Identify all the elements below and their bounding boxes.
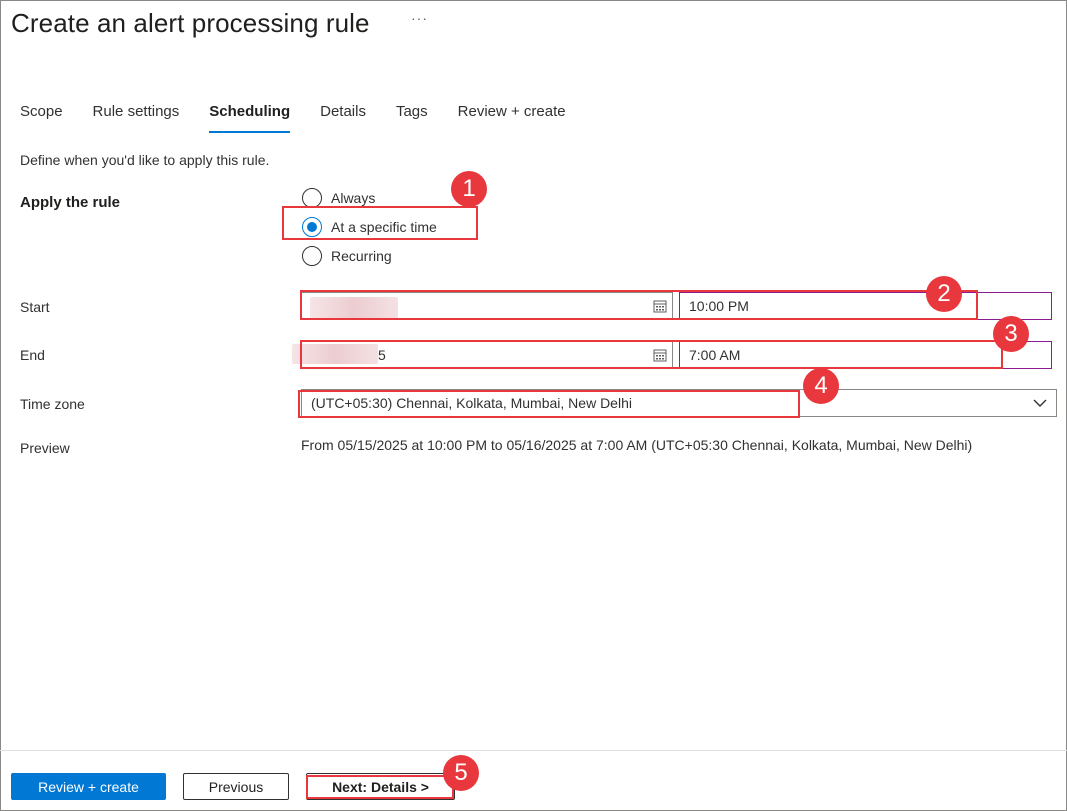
tab-bar: Scope Rule settings Scheduling Details T… — [20, 103, 596, 133]
preview-label: Preview — [20, 440, 70, 456]
callout-box-3 — [300, 340, 1003, 369]
tab-tags[interactable]: Tags — [396, 103, 428, 131]
tab-details[interactable]: Details — [320, 103, 366, 131]
start-label: Start — [20, 299, 50, 315]
callout-badge-4: 4 — [803, 368, 839, 404]
callout-badge-5: 5 — [443, 755, 479, 791]
tab-rule-settings[interactable]: Rule settings — [93, 103, 180, 131]
callout-box-1 — [282, 206, 478, 240]
radio-recurring-circle[interactable] — [302, 246, 322, 266]
callout-box-2 — [300, 290, 978, 320]
radio-always-circle[interactable] — [302, 188, 322, 208]
footer-divider — [0, 750, 1067, 751]
callout-box-5 — [306, 775, 454, 799]
radio-always-label: Always — [331, 190, 376, 206]
radio-recurring[interactable]: Recurring — [302, 246, 392, 266]
tab-review-create[interactable]: Review + create — [458, 103, 566, 131]
page-title: Create an alert processing rule — [11, 8, 370, 38]
time-zone-label: Time zone — [20, 396, 85, 412]
tab-scheduling[interactable]: Scheduling — [209, 103, 290, 133]
more-options-icon[interactable]: ··· — [411, 10, 428, 26]
callout-box-4 — [298, 390, 800, 418]
radio-always[interactable]: Always — [302, 188, 375, 208]
scheduling-description: Define when you'd like to apply this rul… — [20, 152, 270, 168]
preview-text: From 05/15/2025 at 10:00 PM to 05/16/202… — [301, 437, 973, 453]
previous-button[interactable]: Previous — [183, 773, 289, 800]
chevron-down-icon — [1033, 399, 1047, 407]
callout-badge-2: 2 — [926, 276, 962, 312]
end-label: End — [20, 347, 45, 363]
radio-recurring-label: Recurring — [331, 248, 392, 264]
review-create-button[interactable]: Review + create — [11, 773, 166, 800]
callout-badge-3: 3 — [993, 316, 1029, 352]
apply-rule-label: Apply the rule — [20, 194, 121, 211]
callout-badge-1: 1 — [451, 171, 487, 207]
tab-scope[interactable]: Scope — [20, 103, 63, 131]
